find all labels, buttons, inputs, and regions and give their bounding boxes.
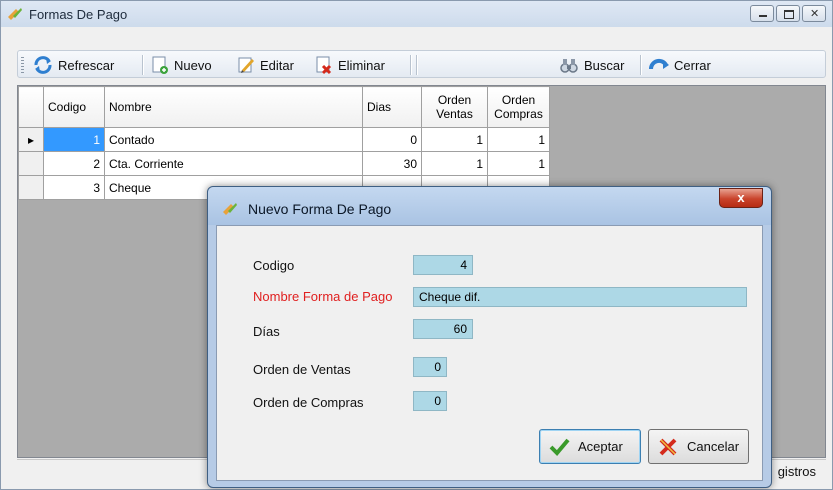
cell-codigo[interactable]: 2 bbox=[43, 151, 105, 176]
header-row: Codigo Nombre Dias Orden Ventas Orden Co… bbox=[18, 86, 550, 128]
table-row[interactable]: 2 Cta. Corriente 30 1 1 bbox=[18, 151, 550, 176]
search-icon bbox=[560, 59, 578, 73]
refresh-label: Refrescar bbox=[58, 57, 115, 73]
col-header-nombre[interactable]: Nombre bbox=[104, 86, 363, 128]
col-header-dias[interactable]: Dias bbox=[362, 86, 422, 128]
dialog-title-bar[interactable]: Nuevo Forma De Pago x bbox=[208, 187, 771, 225]
accept-label: Aceptar bbox=[578, 439, 623, 454]
title-bar: Formas De Pago ✕ bbox=[1, 1, 832, 27]
new-payment-dialog: Nuevo Forma De Pago x Codigo 4 Nombre Fo… bbox=[207, 186, 772, 488]
dias-field[interactable]: 60 bbox=[413, 319, 473, 339]
orden-ventas-field[interactable]: 0 bbox=[413, 357, 447, 377]
refresh-icon bbox=[34, 56, 52, 74]
orden-compras-field[interactable]: 0 bbox=[413, 391, 447, 411]
table-row[interactable]: ▸ 1 Contado 0 1 1 bbox=[18, 127, 550, 152]
new-label: Nuevo bbox=[174, 57, 212, 73]
row-header-corner bbox=[18, 86, 44, 128]
cancel-label: Cancelar bbox=[687, 439, 740, 454]
window-title: Formas De Pago bbox=[29, 7, 128, 22]
cell-orden-ventas[interactable]: 1 bbox=[421, 151, 488, 176]
cell-codigo[interactable]: 3 bbox=[43, 175, 105, 200]
cell-dias[interactable]: 30 bbox=[362, 151, 422, 176]
edit-icon bbox=[238, 57, 254, 73]
cell-orden-ventas[interactable]: 1 bbox=[421, 127, 488, 152]
row-indicator: ▸ bbox=[18, 127, 44, 152]
col-header-orden-ventas[interactable]: Orden Ventas bbox=[421, 86, 488, 128]
orden-compras-label: Orden de Compras bbox=[253, 395, 364, 410]
cell-orden-compras[interactable]: 1 bbox=[487, 127, 550, 152]
toolbar-grip[interactable] bbox=[21, 57, 24, 73]
edit-button[interactable]: Editar bbox=[236, 55, 294, 75]
close-window-button[interactable]: ✕ bbox=[802, 5, 826, 22]
cell-dias[interactable]: 0 bbox=[362, 127, 422, 152]
cancel-button[interactable]: Cancelar bbox=[648, 429, 749, 464]
check-icon bbox=[549, 438, 570, 456]
delete-button[interactable]: Eliminar bbox=[314, 55, 385, 75]
toolbar: Refrescar Nuevo Editar Eliminar Buscar C… bbox=[17, 50, 826, 78]
new-icon bbox=[152, 56, 168, 74]
cancel-x-icon bbox=[659, 438, 677, 455]
dias-label: Días bbox=[253, 324, 280, 339]
orden-ventas-label: Orden de Ventas bbox=[253, 362, 351, 377]
app-icon bbox=[223, 203, 237, 215]
grid-table: Codigo Nombre Dias Orden Ventas Orden Co… bbox=[18, 86, 550, 200]
codigo-field[interactable]: 4 bbox=[413, 255, 473, 275]
minimize-button[interactable] bbox=[750, 5, 774, 22]
row-header bbox=[18, 151, 44, 176]
cell-codigo[interactable]: 1 bbox=[43, 127, 105, 152]
dialog-title: Nuevo Forma De Pago bbox=[248, 201, 392, 217]
col-header-codigo[interactable]: Codigo bbox=[43, 86, 105, 128]
new-button[interactable]: Nuevo bbox=[150, 55, 212, 75]
accept-button[interactable]: Aceptar bbox=[539, 429, 641, 464]
close-arrow-icon bbox=[648, 58, 669, 70]
nombre-label: Nombre Forma de Pago bbox=[253, 289, 393, 304]
refresh-button[interactable]: Refrescar bbox=[32, 55, 114, 75]
cell-nombre[interactable]: Cta. Corriente bbox=[104, 151, 363, 176]
codigo-label: Codigo bbox=[253, 258, 295, 273]
status-text: gistros bbox=[777, 464, 816, 479]
dialog-body: Codigo 4 Nombre Forma de Pago Cheque dif… bbox=[216, 225, 763, 481]
edit-label: Editar bbox=[260, 57, 294, 73]
dialog-close-button[interactable]: x bbox=[719, 188, 763, 208]
nombre-field[interactable]: Cheque dif. bbox=[413, 287, 747, 307]
maximize-button[interactable] bbox=[776, 5, 800, 22]
row-header bbox=[18, 175, 44, 200]
cell-nombre[interactable]: Contado bbox=[104, 127, 363, 152]
app-icon bbox=[8, 8, 22, 20]
search-label: Buscar bbox=[584, 57, 625, 73]
delete-icon bbox=[316, 56, 332, 75]
close-button[interactable]: Cerrar bbox=[648, 55, 711, 75]
delete-label: Eliminar bbox=[338, 57, 385, 73]
cell-orden-compras[interactable]: 1 bbox=[487, 151, 550, 176]
search-button[interactable]: Buscar bbox=[558, 55, 624, 75]
close-label: Cerrar bbox=[674, 57, 711, 73]
col-header-orden-compras[interactable]: Orden Compras bbox=[487, 86, 550, 128]
